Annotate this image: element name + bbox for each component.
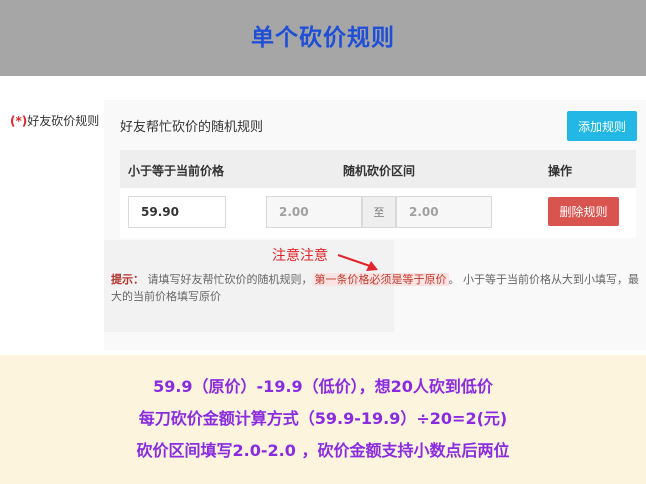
required-mark: (*)	[10, 114, 28, 128]
hint-label: 提示：	[111, 273, 144, 286]
price-input[interactable]: 59.90	[128, 196, 226, 228]
explanation-line-1: 59.9（原价）-19.9（低价），想20人砍到低价	[153, 377, 493, 396]
column-header-price: 小于等于当前价格	[128, 164, 225, 178]
range-separator: 至	[362, 196, 396, 228]
hint-text: 提示： 请填写好友帮忙砍价的随机规则， 第一条价格必须是等于原价。 小于等于当前价…	[111, 271, 643, 305]
column-header-range: 随机砍价区间	[343, 164, 416, 178]
range-max-input[interactable]: 2.00	[396, 196, 492, 228]
delete-rule-button[interactable]: 删除规则	[548, 197, 619, 226]
explanation-box: 59.9（原价）-19.9（低价），想20人砍到低价 每刀砍价金额计算方式（59…	[0, 355, 646, 484]
hint-highlight: 第一条价格必须是等于原价	[312, 273, 449, 286]
annotation-note: 注意注意	[272, 248, 328, 264]
page-title: 单个砍价规则	[251, 25, 395, 51]
hint-text-part1: 请填写好友帮忙砍价的随机规则，	[147, 273, 313, 286]
explanation-line-3: 砍价区间填写2.0-2.0 ，砍价金额支持小数点后两位	[136, 441, 510, 460]
field-label-text: 好友砍价规则	[27, 114, 100, 128]
panel-title: 好友帮忙砍价的随机规则	[120, 120, 264, 135]
range-min-input[interactable]: 2.00	[266, 196, 362, 228]
field-label: (*)好友砍价规则	[10, 112, 99, 129]
column-header-action: 操作	[548, 164, 573, 178]
explanation-line-2: 每刀砍价金额计算方式（59.9-19.9）÷20=2(元)	[138, 409, 508, 428]
header-banner: 单个砍价规则	[0, 0, 646, 76]
add-rule-button[interactable]: 添加规则	[567, 111, 637, 141]
